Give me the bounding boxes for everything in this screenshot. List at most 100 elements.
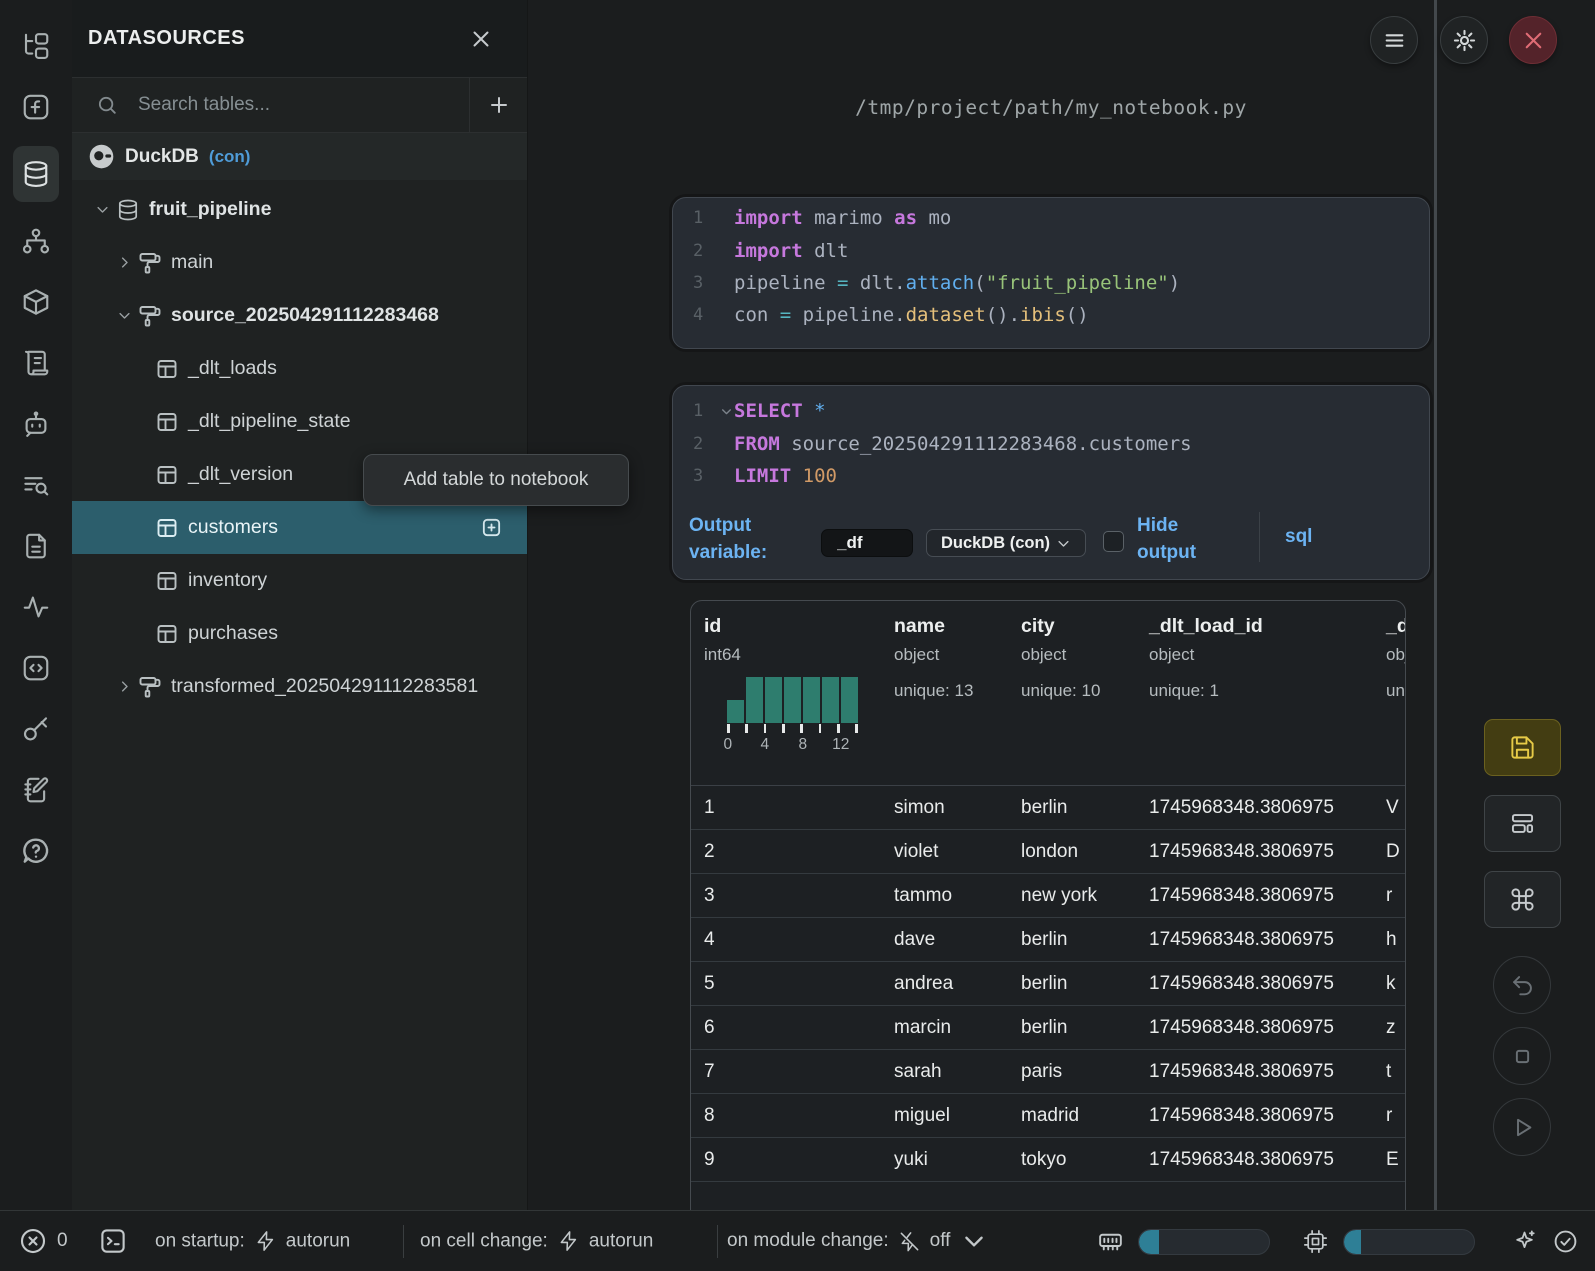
column-header-name[interactable]: nameobjectunique: 13 bbox=[881, 601, 1008, 785]
output-variable-input[interactable] bbox=[821, 529, 913, 557]
pane-divider[interactable] bbox=[1434, 0, 1437, 1210]
command-palette-button[interactable] bbox=[1484, 871, 1561, 928]
tree-item-inventory[interactable]: inventory bbox=[72, 554, 527, 607]
code-line: FROM source_202504291112283468.customers bbox=[734, 433, 1192, 455]
divider bbox=[1259, 512, 1260, 562]
cell: simon bbox=[881, 797, 1008, 819]
tree-item-_dlt_loads[interactable]: _dlt_loads bbox=[72, 342, 527, 395]
error-indicator[interactable]: 0 bbox=[18, 1226, 68, 1256]
cell: 3 bbox=[691, 885, 881, 907]
activity-database-button[interactable] bbox=[13, 146, 59, 202]
layout-button[interactable] bbox=[1484, 795, 1561, 852]
schema-icon bbox=[138, 251, 162, 275]
activity-help-circle-button[interactable] bbox=[13, 829, 59, 873]
activity-activity-button[interactable] bbox=[13, 585, 59, 629]
on-startup-setting[interactable]: on startup: autorun bbox=[155, 1230, 350, 1253]
python-cell[interactable]: 1import marimo as mo2import dlt3pipeline… bbox=[672, 197, 1430, 349]
divider bbox=[717, 1225, 718, 1258]
cell: 1745968348.3806975 bbox=[1136, 929, 1373, 951]
gear-icon bbox=[1452, 28, 1477, 53]
panel-title: DATASOURCES bbox=[88, 27, 245, 50]
undo-icon bbox=[1509, 972, 1536, 999]
close-panel-icon[interactable] bbox=[469, 27, 493, 51]
activity-key-button[interactable] bbox=[13, 707, 59, 751]
activity-workflow-button[interactable] bbox=[13, 219, 59, 263]
on-cell-change-value: autorun bbox=[589, 1230, 653, 1252]
tree-item-_dlt_pipeline_state[interactable]: _dlt_pipeline_state bbox=[72, 395, 527, 448]
add-datasource-button[interactable] bbox=[469, 78, 527, 133]
on-module-change-label: on module change: bbox=[727, 1230, 889, 1252]
column-header-_dlt_load_id[interactable]: _dlt_load_idobjectunique: 1 bbox=[1136, 601, 1373, 785]
cell: 1745968348.3806975 bbox=[1136, 1061, 1373, 1083]
code-line: LIMIT 100 bbox=[734, 465, 837, 487]
table-row[interactable]: 1simonberlin1745968348.3806975V bbox=[691, 786, 1405, 830]
column-header-city[interactable]: cityobjectunique: 10 bbox=[1008, 601, 1136, 785]
tree-item-transformed_202504291112283581[interactable]: transformed_202504291112283581 bbox=[72, 660, 527, 713]
activity-bot-button[interactable] bbox=[13, 402, 59, 446]
table-row[interactable]: 7sarahparis1745968348.3806975t bbox=[691, 1050, 1405, 1094]
cell: miguel bbox=[881, 1105, 1008, 1127]
result-table: idint6404812nameobjectunique: 13cityobje… bbox=[690, 600, 1406, 1210]
cell: 4 bbox=[691, 929, 881, 951]
stop-button[interactable] bbox=[1493, 1027, 1551, 1085]
fold-chevron-icon[interactable] bbox=[719, 404, 734, 418]
cell: z bbox=[1373, 1017, 1406, 1039]
terminal-button[interactable] bbox=[98, 1226, 128, 1256]
cell: berlin bbox=[1008, 929, 1136, 951]
table-row[interactable]: 5andreaberlin1745968348.3806975k bbox=[691, 962, 1405, 1006]
sparkles-button[interactable] bbox=[1511, 1228, 1538, 1255]
on-cell-change-setting[interactable]: on cell change: autorun bbox=[420, 1230, 653, 1253]
line-number: 2 bbox=[693, 241, 719, 261]
chevron-down-icon bbox=[961, 1228, 987, 1254]
shutdown-button[interactable] bbox=[1509, 16, 1557, 64]
table-row[interactable]: 6marcinberlin1745968348.3806975z bbox=[691, 1006, 1405, 1050]
table-body: 1simonberlin1745968348.3806975V2violetlo… bbox=[691, 786, 1405, 1210]
cell: 1745968348.3806975 bbox=[1136, 841, 1373, 863]
table-icon bbox=[155, 463, 179, 487]
connection-row[interactable]: DuckDB (con) bbox=[72, 133, 527, 180]
activity-function-square-button[interactable] bbox=[13, 85, 59, 129]
column-header-_dlt_id[interactable]: _dlt_idobjectunique: 13 bbox=[1373, 601, 1406, 785]
connection-alias: (con) bbox=[209, 147, 251, 167]
activity-file-text-button[interactable] bbox=[13, 524, 59, 568]
on-module-change-setting[interactable]: on module change: off bbox=[727, 1228, 987, 1254]
language-label: sql bbox=[1285, 526, 1312, 548]
table-row[interactable]: 4daveberlin1745968348.3806975h bbox=[691, 918, 1405, 962]
cell: tokyo bbox=[1008, 1149, 1136, 1171]
tree-item-purchases[interactable]: purchases bbox=[72, 607, 527, 660]
table-row[interactable]: 2violetlondon1745968348.3806975D bbox=[691, 830, 1405, 874]
add-table-to-notebook-icon[interactable] bbox=[480, 516, 503, 539]
box-icon bbox=[21, 287, 51, 317]
tree-item-main[interactable]: main bbox=[72, 236, 527, 289]
line-number: 1 bbox=[693, 401, 719, 421]
tree-item-label: customers bbox=[188, 516, 278, 539]
undo-button[interactable] bbox=[1493, 956, 1551, 1014]
hide-output-checkbox[interactable] bbox=[1103, 531, 1124, 552]
activity-scroll-button[interactable] bbox=[13, 341, 59, 385]
table-row[interactable]: 8miguelmadrid1745968348.3806975r bbox=[691, 1094, 1405, 1138]
activity-list-search-button[interactable] bbox=[13, 463, 59, 507]
menu-button[interactable] bbox=[1370, 16, 1418, 64]
sql-cell[interactable]: 1SELECT *2FROM source_202504291112283468… bbox=[672, 385, 1430, 580]
table-row[interactable]: 3tammonew york1745968348.3806975r bbox=[691, 874, 1405, 918]
table-row[interactable]: 9yukitokyo1745968348.3806975E bbox=[691, 1138, 1405, 1182]
settings-button[interactable] bbox=[1440, 16, 1488, 64]
save-button[interactable] bbox=[1484, 719, 1561, 776]
marimo-app: DATASOURCES DuckDB (con) fruit_pipelinem… bbox=[0, 0, 1595, 1271]
activity-notebook-pen-button[interactable] bbox=[13, 768, 59, 812]
activity-box-button[interactable] bbox=[13, 280, 59, 324]
cpu-gauge bbox=[1343, 1229, 1475, 1255]
activity-file-tree-button[interactable] bbox=[13, 24, 59, 68]
tree-item-source_202504291112283468[interactable]: source_202504291112283468 bbox=[72, 289, 527, 342]
on-cell-change-label: on cell change: bbox=[420, 1230, 548, 1252]
tree-item-fruit_pipeline[interactable]: fruit_pipeline bbox=[72, 183, 527, 236]
tree-item-customers[interactable]: customers bbox=[72, 501, 527, 554]
search-input[interactable] bbox=[118, 94, 469, 116]
column-header-id[interactable]: idint6404812 bbox=[691, 601, 881, 785]
cell: r bbox=[1373, 1105, 1406, 1127]
activity-code-square-button[interactable] bbox=[13, 646, 59, 690]
run-button[interactable] bbox=[1493, 1098, 1551, 1156]
line-number: 3 bbox=[693, 466, 719, 486]
cell: madrid bbox=[1008, 1105, 1136, 1127]
engine-select[interactable]: DuckDB (con) bbox=[926, 529, 1086, 557]
